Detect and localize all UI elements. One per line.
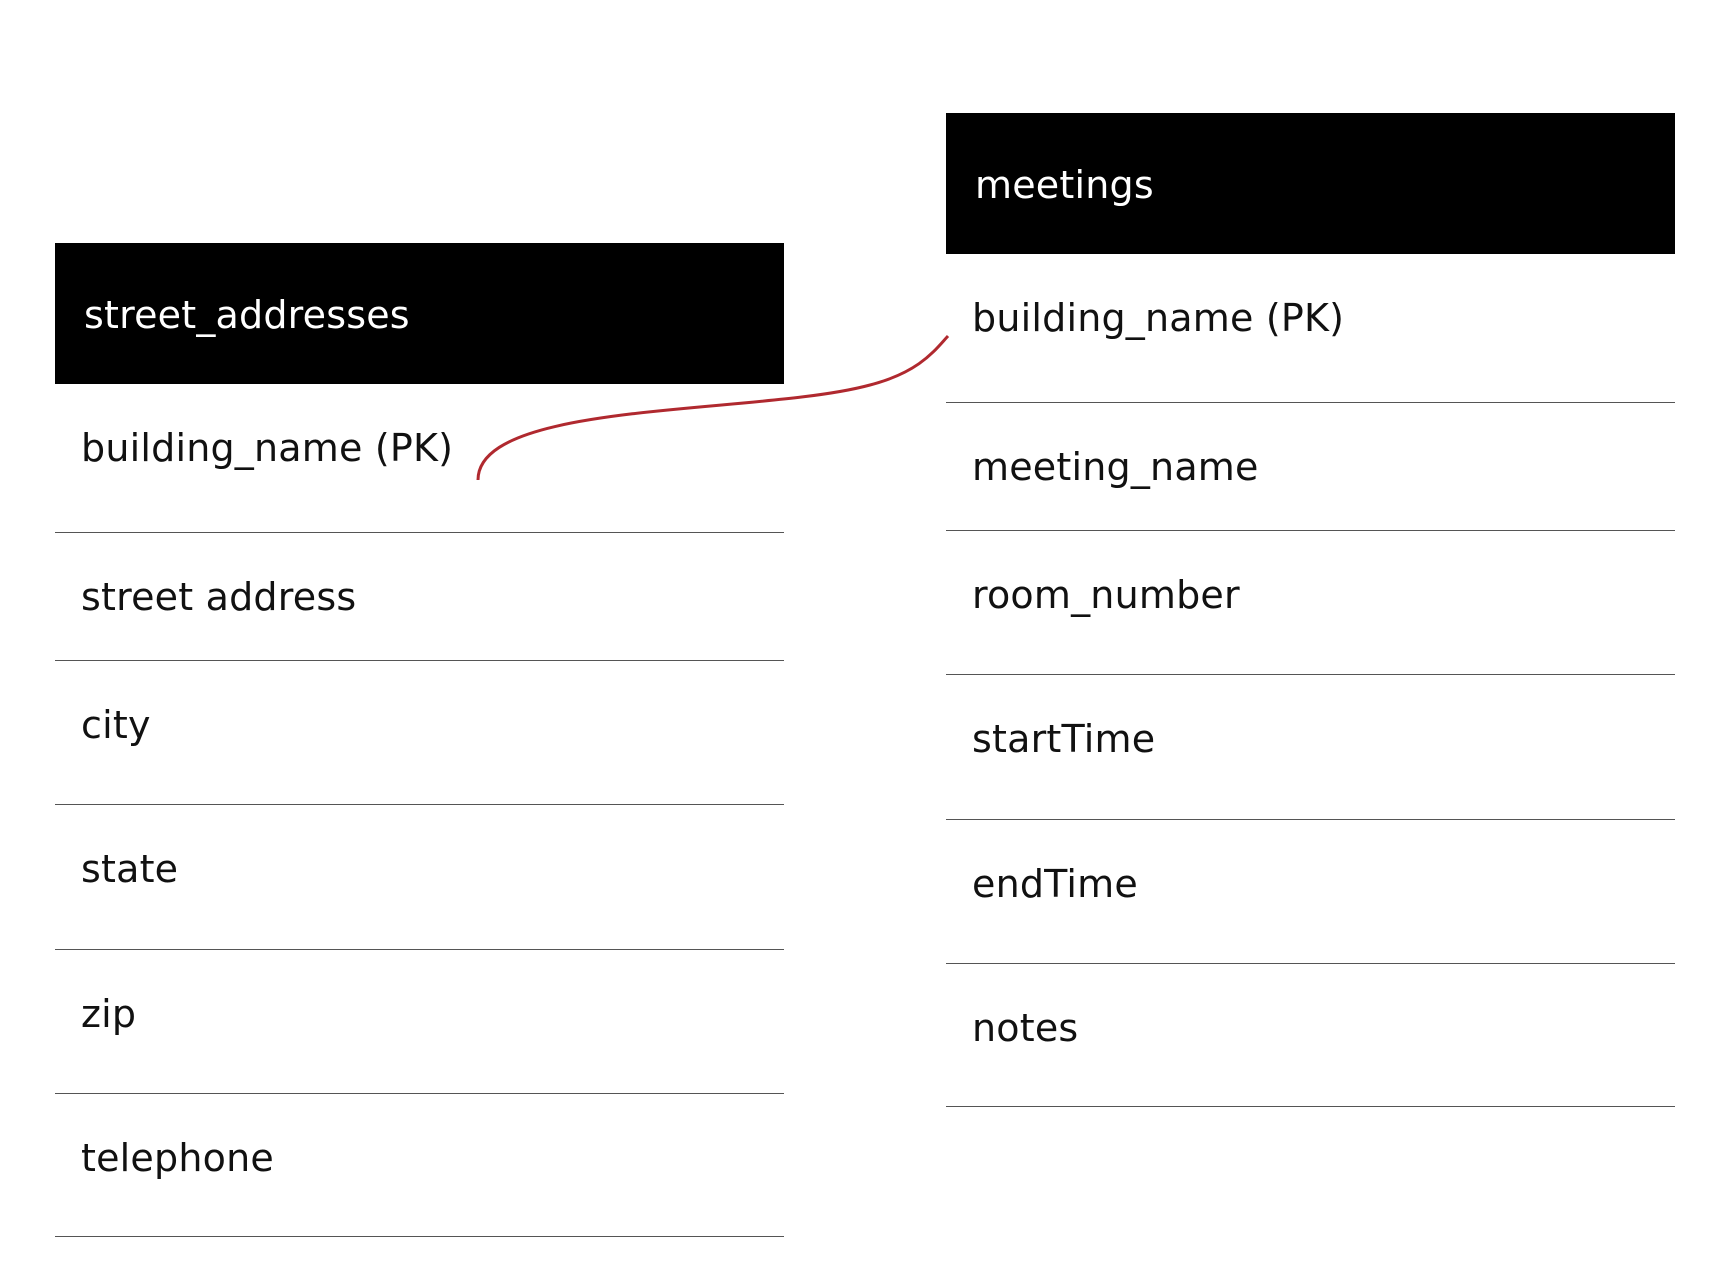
field-name: building_name (PK) xyxy=(81,426,454,470)
field-row: endTime xyxy=(946,820,1675,964)
field-name: zip xyxy=(81,992,137,1036)
field-name: street address xyxy=(81,575,357,619)
field-name: meeting_name xyxy=(972,445,1259,489)
field-name: building_name (PK) xyxy=(972,296,1345,340)
field-name: room_number xyxy=(972,573,1240,617)
field-row: room_number xyxy=(946,531,1675,675)
field-row: notes xyxy=(946,964,1675,1107)
table-header: street_addresses xyxy=(55,243,784,384)
field-row: building_name (PK) xyxy=(55,384,784,533)
field-row: state xyxy=(55,805,784,950)
field-row: street address xyxy=(55,533,784,661)
field-row: meeting_name xyxy=(946,403,1675,531)
field-name: endTime xyxy=(972,862,1138,906)
field-name: telephone xyxy=(81,1136,274,1180)
field-name: startTime xyxy=(972,717,1156,761)
table-title: meetings xyxy=(975,163,1154,207)
field-row: startTime xyxy=(946,675,1675,820)
field-row: telephone xyxy=(55,1094,784,1237)
field-row: zip xyxy=(55,950,784,1094)
table-title: street_addresses xyxy=(84,293,410,337)
field-row: building_name (PK) xyxy=(946,254,1675,403)
field-name: city xyxy=(81,703,151,747)
table-header: meetings xyxy=(946,113,1675,254)
table-meetings: meetings building_name (PK) meeting_name… xyxy=(946,113,1675,1107)
field-name: state xyxy=(81,847,179,891)
table-street-addresses: street_addresses building_name (PK) stre… xyxy=(55,243,784,1237)
field-row: city xyxy=(55,661,784,805)
field-name: notes xyxy=(972,1006,1079,1050)
